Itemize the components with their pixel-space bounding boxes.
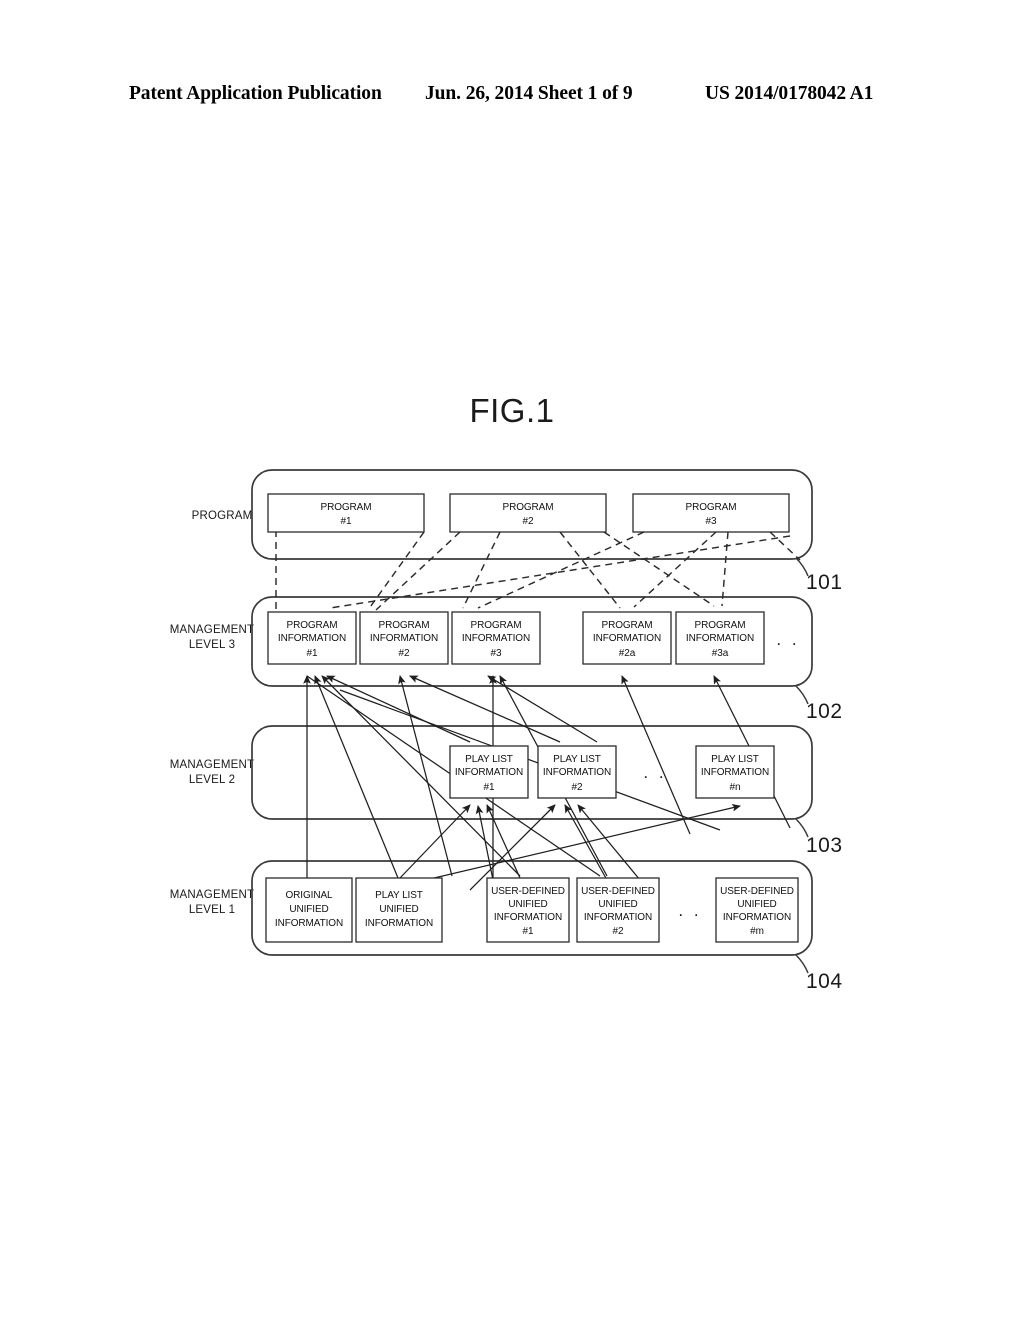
arrow-ud1-to-pl1 xyxy=(486,804,521,879)
program-box-3-line2: #3 xyxy=(706,516,717,527)
ref-num-102: 102 xyxy=(806,700,843,723)
arrow-to-pi2a xyxy=(621,675,691,835)
arrow-plu-to-pl1 xyxy=(399,804,471,879)
level3-box-5[interactable]: PROGRAM INFORMATION #3a xyxy=(675,611,765,665)
level3-box-2-line2: INFORMATION xyxy=(370,633,438,644)
dash-link-p3-pi2a xyxy=(633,531,717,608)
level2-box-3[interactable]: PLAY LIST INFORMATION #n xyxy=(695,745,775,799)
row-label-level2-line2: LEVEL 2 xyxy=(189,774,235,786)
row-label-level1-line1: MANAGEMENT xyxy=(170,889,254,901)
level3-box-1-line2: INFORMATION xyxy=(278,633,346,644)
level2-box-1-line3: #1 xyxy=(484,782,495,793)
program-box-2-line1: PROGRAM xyxy=(503,502,554,513)
level1-box-4[interactable]: USER-DEFINED UNIFIED INFORMATION #2 xyxy=(576,877,660,943)
ref-leader-103: 103 xyxy=(795,818,843,857)
level1-box-5-line4: #m xyxy=(750,926,764,937)
row-label-program-text: PROGRAM xyxy=(192,510,253,522)
level1-box-4-line3: INFORMATION xyxy=(584,912,652,923)
level2-box-2[interactable]: PLAY LIST INFORMATION #2 xyxy=(537,745,617,799)
level3-box-5-line1: PROGRAM xyxy=(695,620,746,631)
level1-box-3-line3: INFORMATION xyxy=(494,912,562,923)
patent-page: Patent Application Publication Jun. 26, … xyxy=(0,0,1024,1320)
level1-box-1-line3: INFORMATION xyxy=(275,918,343,929)
level2-ellipsis: . . xyxy=(643,763,666,782)
level3-box-2-line3: #2 xyxy=(399,648,410,659)
level1-ellipsis: . . xyxy=(678,901,701,920)
level2-box-1[interactable]: PLAY LIST INFORMATION #1 xyxy=(449,745,529,799)
level3-box-1-line3: #1 xyxy=(307,648,318,659)
ref-leader-102: 102 xyxy=(795,685,843,723)
level2-box-3-line1: PLAY LIST xyxy=(711,754,759,765)
program-box-3[interactable]: PROGRAM #3 xyxy=(632,493,790,533)
level1-box-5[interactable]: USER-DEFINED UNIFIED INFORMATION #m xyxy=(715,877,799,943)
level1-box-4-line1: USER-DEFINED xyxy=(581,886,655,897)
level3-box-1[interactable]: PROGRAM INFORMATION #1 xyxy=(267,611,357,665)
level3-box-5-line3: #3a xyxy=(712,648,729,659)
figure-diagram: PROGRAM MANAGEMENT LEVEL 3 MANAGEMENT LE… xyxy=(170,469,843,993)
ref-leader-104: 104 xyxy=(795,954,843,993)
level1-box-1-line1: ORIGINAL xyxy=(286,890,334,901)
level2-box-2-line2: INFORMATION xyxy=(543,767,611,778)
program-box-1-line2: #1 xyxy=(341,516,352,527)
row-label-program: PROGRAM xyxy=(192,510,253,522)
arrow-ud1-to-pi2 xyxy=(398,675,453,877)
level1-box-5-line1: USER-DEFINED xyxy=(720,886,794,897)
level1-box-2-line2: UNIFIED xyxy=(379,904,418,915)
level1-box-3-line2: UNIFIED xyxy=(508,899,547,910)
program-box-2[interactable]: PROGRAM #2 xyxy=(449,493,607,533)
program-box-3-line1: PROGRAM xyxy=(686,502,737,513)
level1-box-4-line4: #2 xyxy=(613,926,624,937)
row-label-level1: MANAGEMENT LEVEL 1 xyxy=(170,889,254,916)
level1-box-4-line2: UNIFIED xyxy=(598,899,637,910)
level1-to-level2-arrows xyxy=(399,804,741,891)
level3-box-4-line2: INFORMATION xyxy=(593,633,661,644)
level1-box-2-line1: PLAY LIST xyxy=(375,890,423,901)
level3-ellipsis: . . xyxy=(776,630,799,649)
level1-box-3-line1: USER-DEFINED xyxy=(491,886,565,897)
level2-box-2-line3: #2 xyxy=(572,782,583,793)
level1-box-3-line4: #1 xyxy=(523,926,534,937)
level3-box-5-line2: INFORMATION xyxy=(686,633,754,644)
level2-box-3-line2: INFORMATION xyxy=(701,767,769,778)
dash-link-p3-pi3a xyxy=(721,531,729,607)
dash-link-p2-pi2 xyxy=(375,531,461,611)
row-label-level3-line1: MANAGEMENT xyxy=(170,624,254,636)
level1-box-2-line3: INFORMATION xyxy=(365,918,433,929)
level2-box-3-line3: #n xyxy=(730,782,741,793)
level3-box-4-line3: #2a xyxy=(619,648,636,659)
row-label-level2: MANAGEMENT LEVEL 2 xyxy=(170,759,254,786)
level3-box-2-line1: PROGRAM xyxy=(379,620,430,631)
row-label-level1-line2: LEVEL 1 xyxy=(189,904,235,916)
ref-num-103: 103 xyxy=(806,834,843,857)
level1-box-1[interactable]: ORIGINAL UNIFIED INFORMATION xyxy=(265,877,353,943)
ref-num-104: 104 xyxy=(806,970,843,993)
row-label-level3: MANAGEMENT LEVEL 3 xyxy=(170,624,254,651)
level3-box-4-line1: PROGRAM xyxy=(602,620,653,631)
level3-box-3-line1: PROGRAM xyxy=(471,620,522,631)
level2-box-2-line1: PLAY LIST xyxy=(553,754,601,765)
program-box-1[interactable]: PROGRAM #1 xyxy=(267,493,425,533)
ref-num-101: 101 xyxy=(806,571,843,594)
program-box-2-line2: #2 xyxy=(523,516,534,527)
level2-box-1-line2: INFORMATION xyxy=(455,767,523,778)
row-label-level2-line1: MANAGEMENT xyxy=(170,759,254,771)
level3-box-3[interactable]: PROGRAM INFORMATION #3 xyxy=(451,611,541,665)
program-to-level3-links xyxy=(275,530,801,612)
cross-line-2 xyxy=(339,689,721,831)
level1-box-2[interactable]: PLAY LIST UNIFIED INFORMATION xyxy=(355,877,443,943)
arrow-cross-to-pl2 xyxy=(469,804,556,891)
level3-box-1-line1: PROGRAM xyxy=(287,620,338,631)
level3-box-3-line3: #3 xyxy=(491,648,502,659)
level1-box-3[interactable]: USER-DEFINED UNIFIED INFORMATION #1 xyxy=(486,877,570,943)
level1-box-5-line2: UNIFIED xyxy=(737,899,776,910)
program-box-1-line1: PROGRAM xyxy=(321,502,372,513)
level1-box-1-line2: UNIFIED xyxy=(289,904,328,915)
row-label-level3-line2: LEVEL 3 xyxy=(189,639,235,651)
level2-box-1-line1: PLAY LIST xyxy=(465,754,513,765)
level3-box-2[interactable]: PROGRAM INFORMATION #2 xyxy=(359,611,449,665)
level3-box-3-line2: INFORMATION xyxy=(462,633,530,644)
level3-box-4[interactable]: PROGRAM INFORMATION #2a xyxy=(582,611,672,665)
ref-leader-101: 101 xyxy=(795,557,843,594)
level1-box-5-line3: INFORMATION xyxy=(723,912,791,923)
